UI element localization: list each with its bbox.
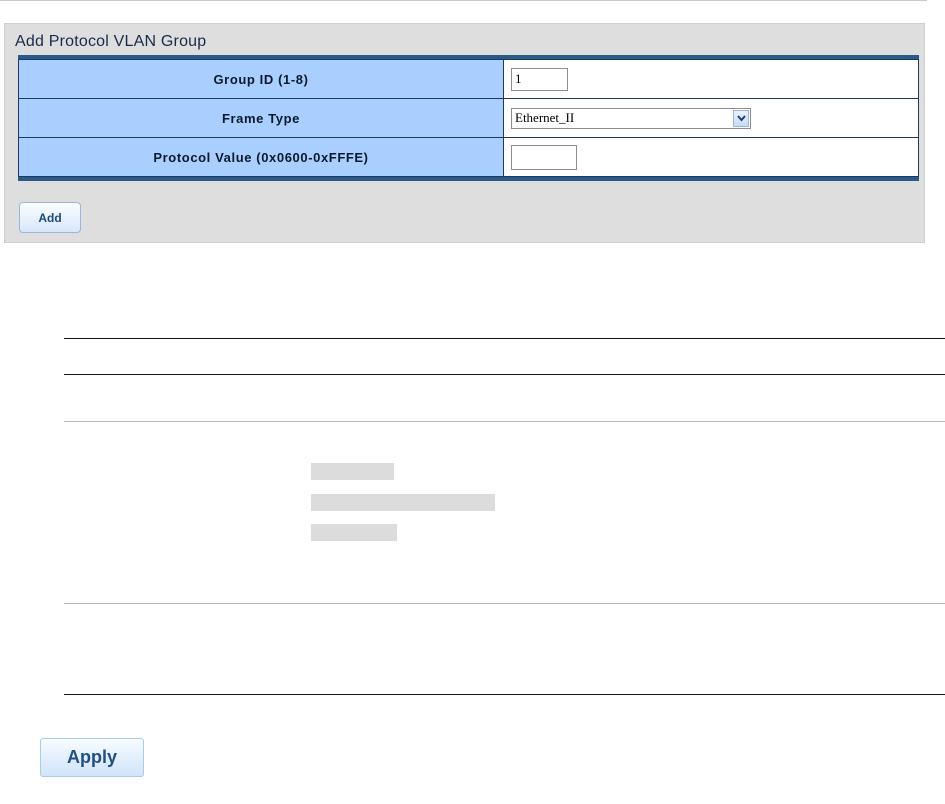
row-group-id: Group ID (1-8) [18,59,919,99]
group-id-input[interactable] [511,67,568,91]
group-id-label: Group ID (1-8) [18,59,504,99]
frame-type-selected-value: Ethernet_II [515,110,575,125]
chevron-down-icon[interactable] [733,109,749,127]
divider [64,374,945,375]
divider [64,694,945,695]
apply-button[interactable]: Apply [40,738,144,777]
panel-title: Add Protocol VLAN Group [15,33,207,50]
row-protocol-value: Protocol Value (0x0600-0xFFFE) [18,137,919,177]
form-table: Group ID (1-8) Frame Type Ethernet_II [18,55,919,181]
divider [64,421,945,422]
highlight-block [311,524,397,541]
frame-type-select[interactable]: Ethernet_II [511,107,751,129]
highlight-block [311,463,394,480]
top-divider [0,0,927,1]
divider [64,603,945,604]
frame-type-label: Frame Type [18,98,504,138]
divider [64,338,945,339]
row-frame-type: Frame Type Ethernet_II [18,98,919,138]
add-protocol-vlan-group-panel: Add Protocol VLAN Group Group ID (1-8) F… [4,23,925,243]
protocol-value-label: Protocol Value (0x0600-0xFFFE) [18,137,504,177]
add-button[interactable]: Add [19,202,81,233]
highlight-block [311,494,495,511]
protocol-value-input[interactable] [511,144,577,170]
